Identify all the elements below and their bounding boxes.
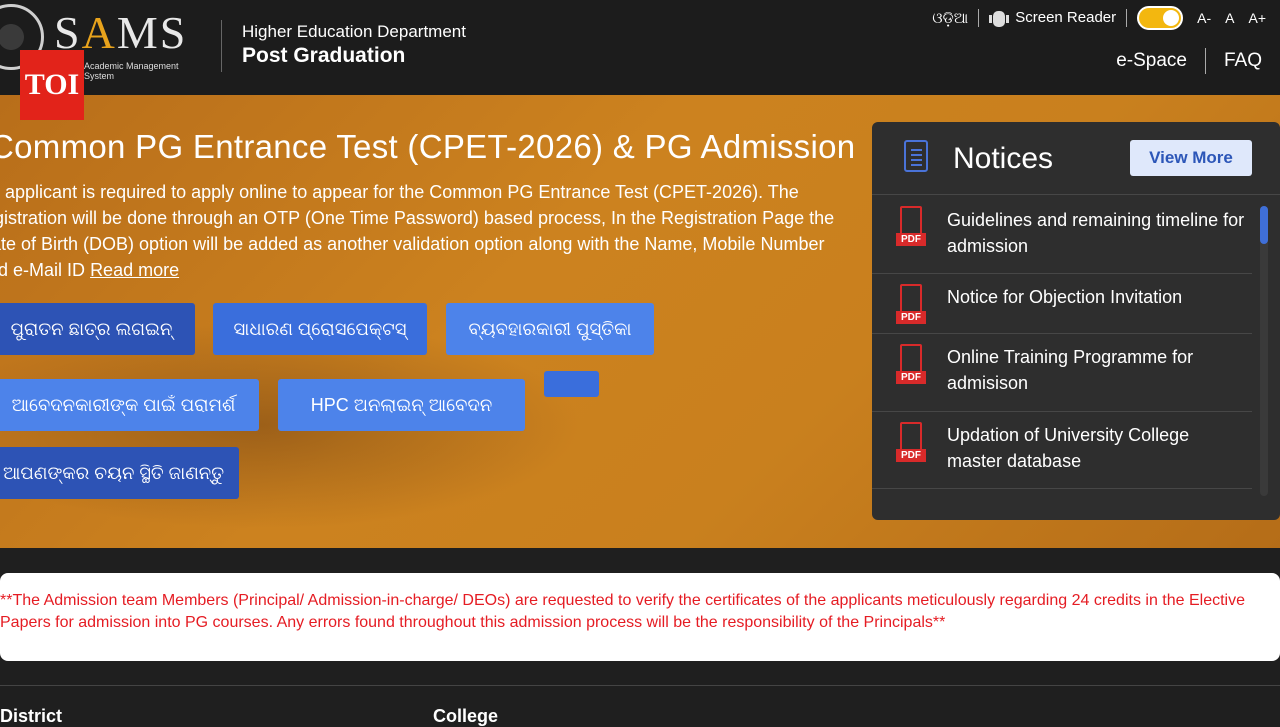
view-more-button[interactable]: View More [1130,140,1252,176]
department-name: Higher Education Department [242,22,466,41]
nav-faq[interactable]: FAQ [1224,50,1262,72]
header-divider [221,20,222,72]
admission-notice-banner: **The Admission team Members (Principal/… [0,573,1280,661]
notice-item[interactable]: PDF Online Training Programme for admisi… [872,334,1252,412]
section-divider [0,685,1280,686]
theme-toggle[interactable] [1137,6,1184,30]
font-normal-button[interactable]: A [1225,10,1234,26]
pdf-icon-label: PDF [896,233,926,246]
general-prospectus-button[interactable]: ସାଧାରଣ ପ୍ରୋସପେକ୍ଟସ୍ [213,303,427,355]
document-icon [904,140,928,172]
logo-letters-ms: MS [116,7,188,58]
notices-title: Notices [953,142,1054,175]
user-manual-button[interactable]: ବ୍ୟବହାରକାରୀ ପୁସ୍ତିକା [446,303,654,355]
pdf-icon: PDF [896,284,928,324]
toi-badge: TOI [20,50,84,120]
portal-name: Post Graduation [242,44,406,67]
notice-item-label: Online Training Programme for admisison [947,347,1194,393]
divider [978,9,980,27]
notice-item[interactable]: PDF Notice for Objection Invitation [872,274,1252,334]
screen-reader-label: Screen Reader [1015,9,1117,27]
applicant-advice-button[interactable]: ଆବେଦନକାରୀଙ୍କ ପାଇଁ ପରାମର୍ଶ [0,379,259,431]
hero-title: Common PG Entrance Test (CPET-2026) & PG… [0,128,856,165]
divider [1204,48,1206,74]
pdf-icon-label: PDF [896,449,926,462]
accessibility-bar: ଓଡ଼ିଆ Screen Reader A- A A+ [932,6,1266,30]
blank-button[interactable] [544,371,599,397]
college-label: College [433,706,499,726]
screen-reader-icon [989,10,1010,27]
notice-item-label: Updation of University College master da… [947,425,1190,471]
pdf-icon: PDF [896,422,928,462]
notice-item[interactable]: PDF Guidelines and remaining timeline fo… [872,194,1252,274]
logo-subtitle: Academic Management System [84,61,179,81]
pdf-icon: PDF [896,344,928,384]
notice-item-label: Notice for Objection Invitation [947,287,1183,307]
notices-scrollbar-thumb[interactable] [1260,206,1268,244]
screen-reader-link[interactable]: Screen Reader [989,9,1117,27]
notices-panel: Notices View More PDF Guidelines and rem… [872,122,1280,520]
font-increase-button[interactable]: A+ [1248,10,1266,26]
nav-espace[interactable]: e-Space [1116,50,1187,72]
notices-scrollbar-track[interactable] [1260,206,1268,496]
hero-description: An applicant is required to apply online… [0,179,838,283]
notice-item[interactable]: PDF Updation of University College maste… [872,412,1252,489]
notice-list: PDF Guidelines and remaining timeline fo… [872,194,1252,489]
notices-header: Notices View More [872,122,1280,195]
notice-item-label: Guidelines and remaining timeline for ad… [947,210,1245,256]
header: SAMS Academic Management System TOI High… [0,0,1280,120]
hpc-online-apply-button[interactable]: HPC ଅନଲାଇନ୍ ଆବେଦନ [278,379,525,431]
old-student-login-button[interactable]: ପୁରାତନ ଛାତ୍ର ଲଗଇନ୍ [0,303,195,355]
language-switch[interactable]: ଓଡ଼ିଆ [932,10,968,27]
divider [1126,9,1128,27]
admission-notice-text: **The Admission team Members (Principal/… [0,592,1245,631]
pdf-icon-label: PDF [896,311,926,324]
font-decrease-button[interactable]: A- [1197,10,1211,26]
read-more-link[interactable]: Read more [90,260,179,280]
pdf-icon-label: PDF [896,371,926,384]
header-nav: e-Space FAQ [1116,48,1262,74]
logo-letter-a: A [81,7,117,58]
selection-status-button[interactable]: ଆପଣଙ୍କର ଚୟନ ସ୍ଥିତି ଜାଣନ୍ତୁ [0,447,239,499]
district-label: District [0,706,63,726]
pdf-icon: PDF [896,206,928,246]
